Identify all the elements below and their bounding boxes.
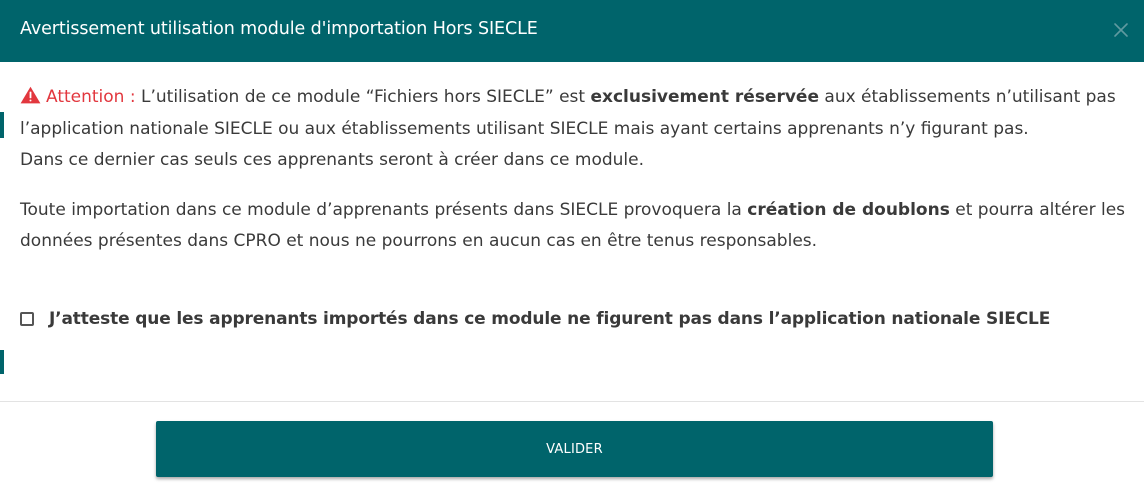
- warning-text: L’utilisation de ce module “Fichiers hor…: [135, 87, 591, 107]
- warning-line-2: l’application nationale SIECLE ou aux ét…: [20, 118, 1029, 139]
- warning-triangle-icon: [20, 86, 41, 104]
- consequence-line-1: Toute importation dans ce module d’appre…: [20, 195, 1125, 227]
- warning-text: aux établissements n’utilisant pas: [819, 87, 1116, 107]
- attestation-label[interactable]: J’atteste que les apprenants importés da…: [49, 309, 1050, 329]
- footer-divider: [0, 401, 1144, 402]
- consequence-text: et pourra altérer les: [949, 199, 1126, 220]
- background-edge: [0, 112, 4, 138]
- dialog-header: Avertissement utilisation module d'impor…: [0, 0, 1144, 62]
- warning-paragraph: Attention : L’utilisation de ce module “…: [20, 82, 1125, 177]
- background-edge: [0, 350, 4, 374]
- consequence-text: Toute importation dans ce module d’appre…: [20, 199, 748, 220]
- attestation-checkbox[interactable]: [20, 312, 34, 326]
- import-warning-dialog: Avertissement utilisation module d'impor…: [0, 0, 1144, 495]
- attestation-row[interactable]: J’atteste que les apprenants importés da…: [20, 306, 1050, 332]
- warning-emphasis: exclusivement réservée: [590, 87, 819, 107]
- consequence-paragraph: Toute importation dans ce module d’appre…: [20, 195, 1125, 258]
- warning-line-1: Attention : L’utilisation de ce module “…: [20, 82, 1125, 114]
- dialog-body: Attention : L’utilisation de ce module “…: [20, 82, 1125, 258]
- consequence-emphasis: création de doublons: [747, 199, 950, 220]
- consequence-line-2: données présentes dans CPRO et nous ne p…: [20, 231, 818, 251]
- validate-button[interactable]: VALIDER: [156, 421, 993, 477]
- attention-label: Attention :: [46, 87, 136, 107]
- warning-line-3: Dans ce dernier cas seuls ces apprenants…: [20, 150, 645, 170]
- close-icon[interactable]: [1112, 21, 1130, 39]
- dialog-title: Avertissement utilisation module d'impor…: [20, 19, 538, 39]
